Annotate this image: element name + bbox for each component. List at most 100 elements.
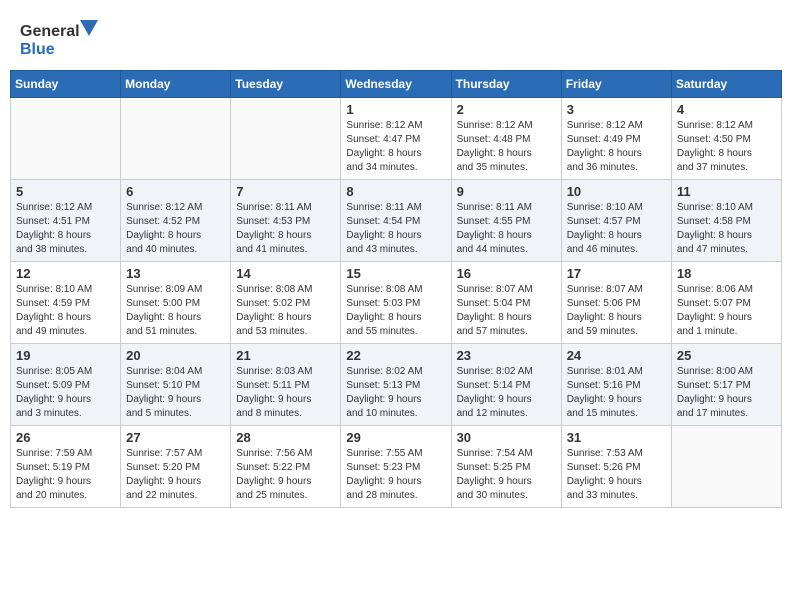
day-number: 21 — [236, 348, 335, 363]
calendar-day-cell: 24Sunrise: 8:01 AM Sunset: 5:16 PM Dayli… — [561, 344, 671, 426]
svg-text:Blue: Blue — [20, 41, 55, 58]
col-header-wednesday: Wednesday — [341, 71, 451, 98]
calendar-week-row: 26Sunrise: 7:59 AM Sunset: 5:19 PM Dayli… — [11, 426, 782, 508]
day-number: 8 — [346, 184, 445, 199]
day-info: Sunrise: 8:11 AM Sunset: 4:55 PM Dayligh… — [457, 201, 556, 257]
calendar-empty-cell — [671, 426, 781, 508]
calendar-day-cell: 6Sunrise: 8:12 AM Sunset: 4:52 PM Daylig… — [121, 180, 231, 262]
day-number: 12 — [16, 266, 115, 281]
day-info: Sunrise: 8:11 AM Sunset: 4:54 PM Dayligh… — [346, 201, 445, 257]
calendar-day-cell: 21 Sunrise: 8:03 AM Sunset: 5:11 PM Dayli… — [231, 344, 341, 426]
day-info: Sunrise: 8:09 AM Sunset: 5:00 PM Dayligh… — [126, 283, 225, 339]
calendar-day-cell: 23Sunrise: 8:02 AM Sunset: 5:14 PM Dayli… — [451, 344, 561, 426]
day-number: 5 — [16, 184, 115, 199]
day-number: 16 — [457, 266, 556, 281]
col-header-thursday: Thursday — [451, 71, 561, 98]
day-number: 28 — [236, 430, 335, 445]
calendar-day-cell: 17 Sunrise: 8:07 AM Sunset: 5:06 PM Dayli… — [561, 262, 671, 344]
svg-text:General: General — [20, 23, 80, 40]
calendar-day-cell: 4 Sunrise: 8:12 AM Sunset: 4:50 PM Daylig… — [671, 98, 781, 180]
day-info: Sunrise: 8:10 AM Sunset: 4:57 PM Dayligh… — [567, 201, 666, 257]
day-number: 2 — [457, 102, 556, 117]
day-info: Sunrise: 8:08 AM Sunset: 5:02 PM Dayligh… — [236, 283, 335, 339]
calendar-day-cell: 12 Sunrise: 8:10 AM Sunset: 4:59 PM Dayli… — [11, 262, 121, 344]
day-info: Sunrise: 7:59 AM Sunset: 5:19 PM Dayligh… — [16, 447, 115, 503]
day-number: 15 — [346, 266, 445, 281]
day-number: 3 — [567, 102, 666, 117]
calendar-table: SundayMondayTuesdayWednesdayThursdayFrid… — [10, 70, 782, 508]
calendar-day-cell: 26Sunrise: 7:59 AM Sunset: 5:19 PM Dayli… — [11, 426, 121, 508]
calendar-week-row: 5 Sunrise: 8:12 AM Sunset: 4:51 PM Daylig… — [11, 180, 782, 262]
day-info: Sunrise: 8:12 AM Sunset: 4:48 PM Dayligh… — [457, 119, 556, 175]
col-header-sunday: Sunday — [11, 71, 121, 98]
day-number: 10 — [567, 184, 666, 199]
logo: GeneralBlue — [20, 18, 100, 60]
day-number: 9 — [457, 184, 556, 199]
calendar-day-cell: 19Sunrise: 8:05 AM Sunset: 5:09 PM Dayli… — [11, 344, 121, 426]
day-number: 31 — [567, 430, 666, 445]
calendar-day-cell: 28 Sunrise: 7:56 AM Sunset: 5:22 PM Dayli… — [231, 426, 341, 508]
day-number: 18 — [677, 266, 776, 281]
day-number: 30 — [457, 430, 556, 445]
calendar-day-cell: 13 Sunrise: 8:09 AM Sunset: 5:00 PM Dayli… — [121, 262, 231, 344]
day-info: Sunrise: 8:12 AM Sunset: 4:51 PM Dayligh… — [16, 201, 115, 257]
calendar-day-cell: 29 Sunrise: 7:55 AM Sunset: 5:23 PM Dayli… — [341, 426, 451, 508]
day-info: Sunrise: 8:08 AM Sunset: 5:03 PM Dayligh… — [346, 283, 445, 339]
day-info: Sunrise: 7:53 AM Sunset: 5:26 PM Dayligh… — [567, 447, 666, 503]
day-number: 7 — [236, 184, 335, 199]
calendar-day-cell: 11Sunrise: 8:10 AM Sunset: 4:58 PM Dayli… — [671, 180, 781, 262]
day-number: 13 — [126, 266, 225, 281]
day-number: 24 — [567, 348, 666, 363]
calendar-day-cell: 3 Sunrise: 8:12 AM Sunset: 4:49 PM Daylig… — [561, 98, 671, 180]
calendar-day-cell: 31 Sunrise: 7:53 AM Sunset: 5:26 PM Dayli… — [561, 426, 671, 508]
day-info: Sunrise: 8:11 AM Sunset: 4:53 PM Dayligh… — [236, 201, 335, 257]
calendar-header-row: SundayMondayTuesdayWednesdayThursdayFrid… — [11, 71, 782, 98]
day-number: 22 — [346, 348, 445, 363]
calendar-day-cell: 5 Sunrise: 8:12 AM Sunset: 4:51 PM Daylig… — [11, 180, 121, 262]
day-number: 25 — [677, 348, 776, 363]
calendar-day-cell: 30 Sunrise: 7:54 AM Sunset: 5:25 PM Dayli… — [451, 426, 561, 508]
col-header-saturday: Saturday — [671, 71, 781, 98]
calendar-day-cell: 10 Sunrise: 8:10 AM Sunset: 4:57 PM Dayli… — [561, 180, 671, 262]
day-info: Sunrise: 8:03 AM Sunset: 5:11 PM Dayligh… — [236, 365, 335, 421]
calendar-empty-cell — [121, 98, 231, 180]
day-number: 29 — [346, 430, 445, 445]
calendar-day-cell: 20 Sunrise: 8:04 AM Sunset: 5:10 PM Dayli… — [121, 344, 231, 426]
day-number: 1 — [346, 102, 445, 117]
day-info: Sunrise: 8:12 AM Sunset: 4:49 PM Dayligh… — [567, 119, 666, 175]
calendar-day-cell: 8 Sunrise: 8:11 AM Sunset: 4:54 PM Daylig… — [341, 180, 451, 262]
day-number: 27 — [126, 430, 225, 445]
calendar-day-cell: 2 Sunrise: 8:12 AM Sunset: 4:48 PM Daylig… — [451, 98, 561, 180]
day-info: Sunrise: 8:02 AM Sunset: 5:13 PM Dayligh… — [346, 365, 445, 421]
calendar-empty-cell — [231, 98, 341, 180]
day-info: Sunrise: 7:55 AM Sunset: 5:23 PM Dayligh… — [346, 447, 445, 503]
calendar-day-cell: 25Sunrise: 8:00 AM Sunset: 5:17 PM Dayli… — [671, 344, 781, 426]
calendar-week-row: 12 Sunrise: 8:10 AM Sunset: 4:59 PM Dayli… — [11, 262, 782, 344]
day-number: 4 — [677, 102, 776, 117]
day-number: 14 — [236, 266, 335, 281]
calendar-day-cell: 27Sunrise: 7:57 AM Sunset: 5:20 PM Dayli… — [121, 426, 231, 508]
day-info: Sunrise: 8:06 AM Sunset: 5:07 PM Dayligh… — [677, 283, 776, 339]
day-info: Sunrise: 8:07 AM Sunset: 5:06 PM Dayligh… — [567, 283, 666, 339]
day-number: 20 — [126, 348, 225, 363]
day-info: Sunrise: 8:05 AM Sunset: 5:09 PM Dayligh… — [16, 365, 115, 421]
day-info: Sunrise: 8:04 AM Sunset: 5:10 PM Dayligh… — [126, 365, 225, 421]
day-number: 11 — [677, 184, 776, 199]
day-number: 17 — [567, 266, 666, 281]
day-info: Sunrise: 8:12 AM Sunset: 4:47 PM Dayligh… — [346, 119, 445, 175]
calendar-week-row: 1 Sunrise: 8:12 AM Sunset: 4:47 PM Daylig… — [11, 98, 782, 180]
day-info: Sunrise: 8:10 AM Sunset: 4:59 PM Dayligh… — [16, 283, 115, 339]
day-info: Sunrise: 8:12 AM Sunset: 4:52 PM Dayligh… — [126, 201, 225, 257]
day-info: Sunrise: 7:54 AM Sunset: 5:25 PM Dayligh… — [457, 447, 556, 503]
col-header-monday: Monday — [121, 71, 231, 98]
calendar-day-cell: 9 Sunrise: 8:11 AM Sunset: 4:55 PM Daylig… — [451, 180, 561, 262]
calendar-day-cell: 14 Sunrise: 8:08 AM Sunset: 5:02 PM Dayli… — [231, 262, 341, 344]
day-info: Sunrise: 8:12 AM Sunset: 4:50 PM Dayligh… — [677, 119, 776, 175]
day-info: Sunrise: 7:56 AM Sunset: 5:22 PM Dayligh… — [236, 447, 335, 503]
day-number: 23 — [457, 348, 556, 363]
calendar-day-cell: 18 Sunrise: 8:06 AM Sunset: 5:07 PM Dayli… — [671, 262, 781, 344]
calendar-day-cell: 1 Sunrise: 8:12 AM Sunset: 4:47 PM Daylig… — [341, 98, 451, 180]
calendar-week-row: 19Sunrise: 8:05 AM Sunset: 5:09 PM Dayli… — [11, 344, 782, 426]
col-header-friday: Friday — [561, 71, 671, 98]
calendar-day-cell: 7 Sunrise: 8:11 AM Sunset: 4:53 PM Daylig… — [231, 180, 341, 262]
